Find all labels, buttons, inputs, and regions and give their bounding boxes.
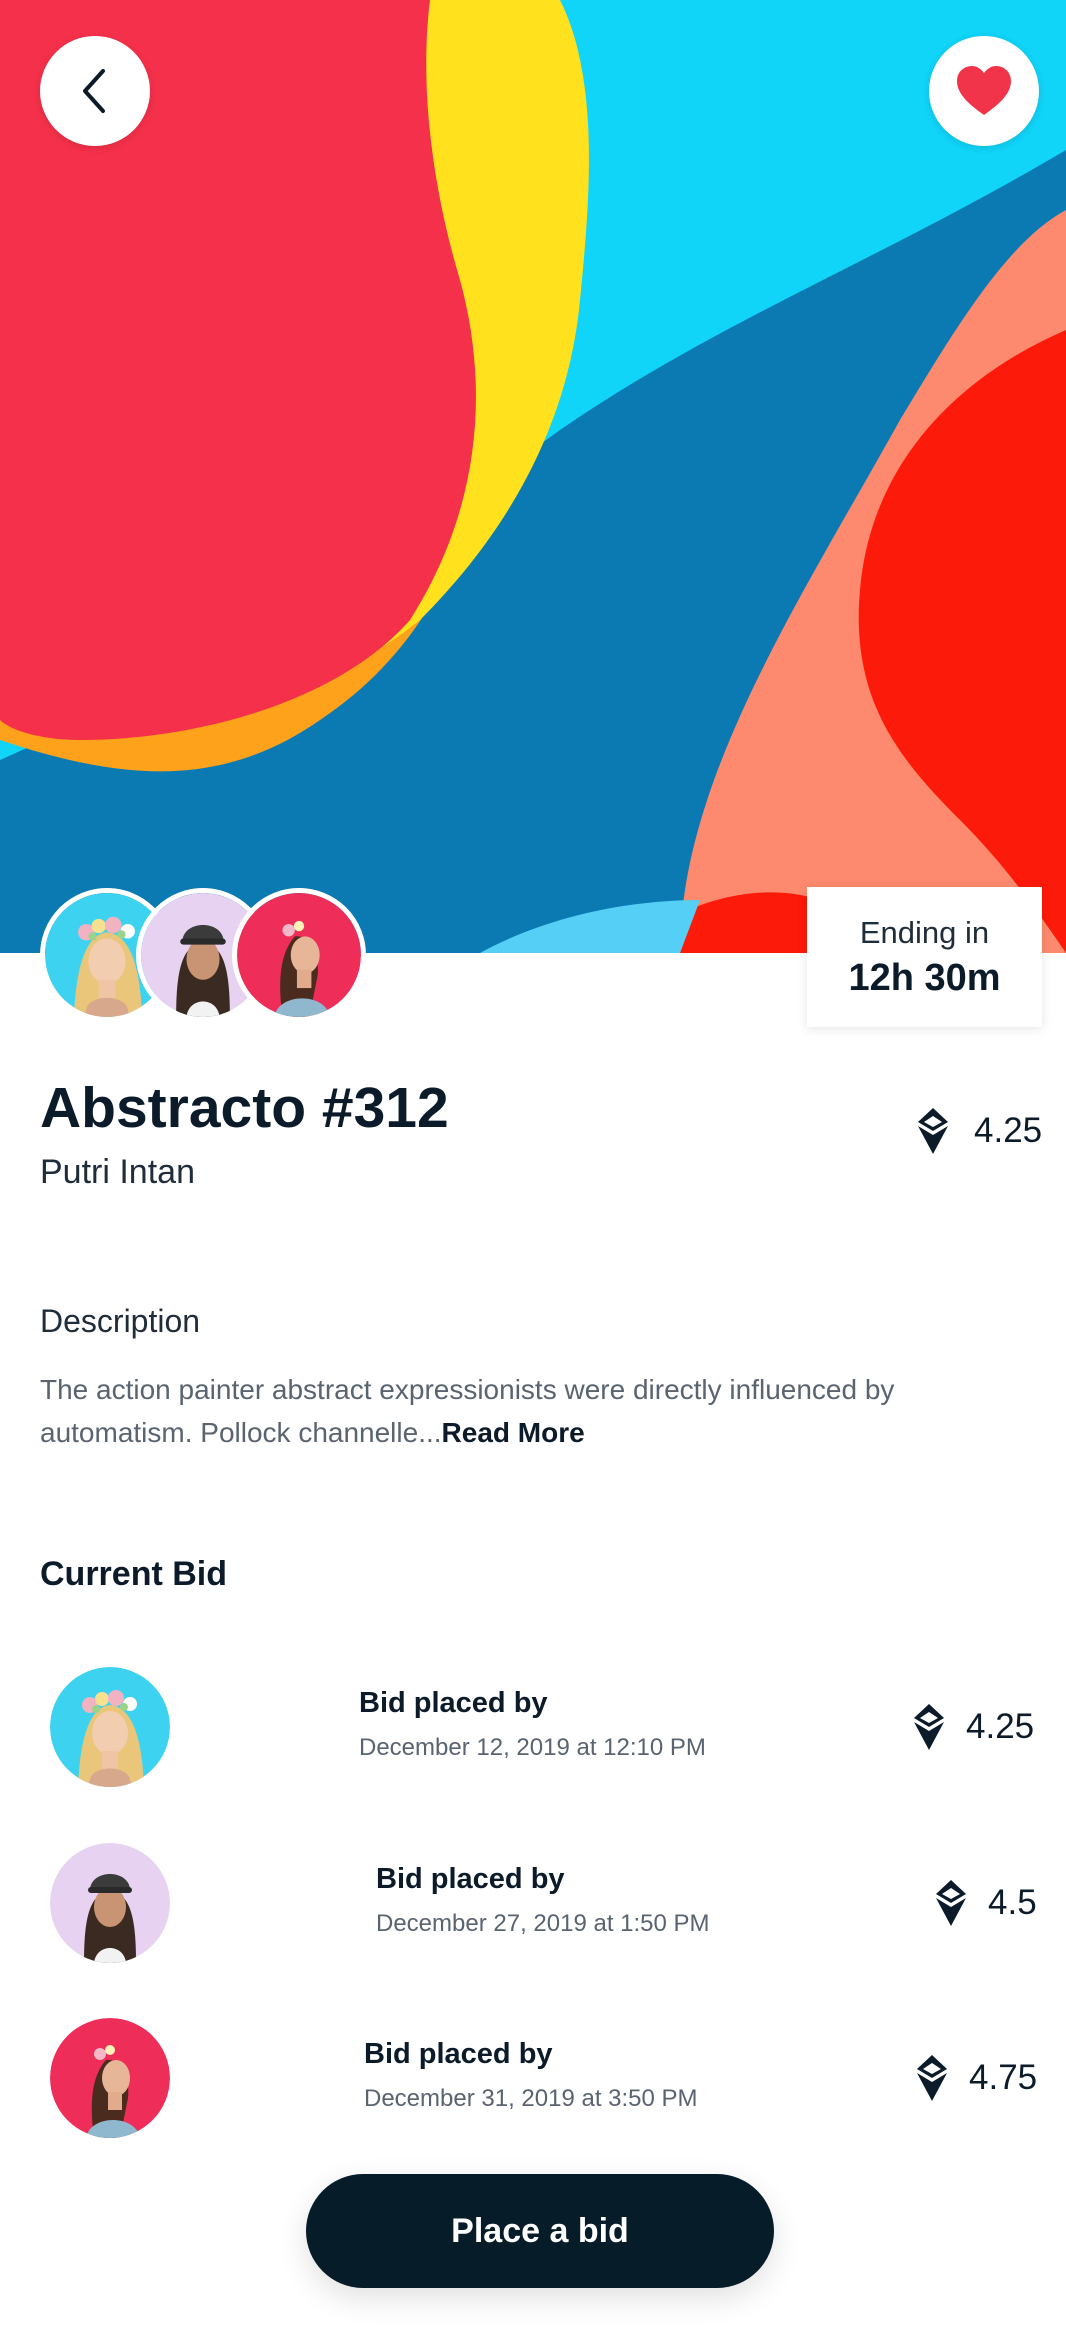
list-item: Bid placed by December 12, 2019 at 12:10… [0,1667,1066,1797]
list-item: Bid placed by December 31, 2019 at 3:50 … [0,2018,1066,2148]
heart-icon [957,66,1011,115]
ethereum-icon [917,2055,947,2101]
item-title: Abstracto #312 [40,1076,449,1140]
chevron-left-icon [83,69,105,113]
current-bid-heading: Current Bid [40,1555,227,1593]
ending-label: Ending in [859,914,990,950]
ending-countdown-card: Ending in 12h 30m [807,887,1042,1027]
bid-amount: 4.25 [966,1707,1035,1746]
bid-date: December 31, 2019 at 3:50 PM [364,2085,698,2112]
ethereum-icon [914,1704,944,1750]
bid-date: December 12, 2019 at 12:10 PM [359,1734,706,1761]
bid-amount: 4.5 [988,1883,1037,1922]
bidder-avatars [40,888,370,1022]
favorite-button[interactable] [929,36,1039,146]
bid-date: December 27, 2019 at 1:50 PM [376,1910,710,1937]
place-bid-button[interactable]: Place a bid [306,2174,774,2288]
avatar [50,2018,170,2138]
bid-label: Bid placed by [364,2038,553,2070]
ending-time: 12h 30m [848,956,1001,999]
avatar [232,888,366,1022]
description-text: The action painter abstract expressionis… [40,1368,990,1454]
list-item: Bid placed by December 27, 2019 at 1:50 … [0,1843,1066,1973]
ethereum-icon [918,1108,948,1154]
ethereum-icon [936,1880,966,1926]
read-more-link[interactable]: Read More [442,1417,585,1448]
creator-name[interactable]: Putri Intan [40,1153,195,1192]
bid-label: Bid placed by [376,1863,565,1895]
bid-label: Bid placed by [359,1687,548,1719]
back-button[interactable] [40,36,150,146]
bid-amount: 4.75 [969,2058,1038,2097]
price-value: 4.25 [974,1111,1043,1150]
artwork-image [0,0,1066,953]
description-heading: Description [40,1303,201,1339]
avatar [50,1667,170,1787]
item-price: 4.25 [918,1108,1042,1154]
avatar [50,1843,170,1963]
